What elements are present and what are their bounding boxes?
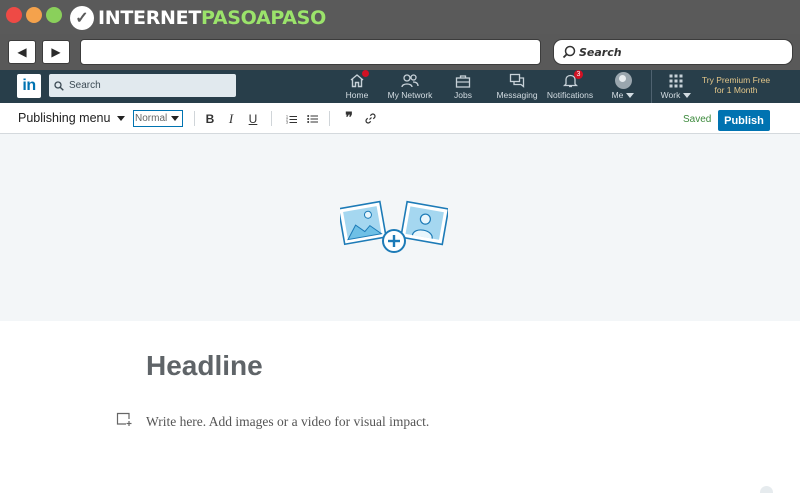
notifications-badge: 3 [574, 70, 583, 79]
nav-my-network[interactable]: My Network [386, 72, 434, 102]
nav-jobs-label: Jobs [454, 90, 472, 100]
linkedin-header: in Home My Network Jobs Messaging [0, 70, 800, 493]
nav-messaging-label: Messaging [496, 90, 538, 100]
messaging-icon [508, 72, 526, 89]
toolbar-divider [329, 111, 330, 126]
nav-messaging[interactable]: Messaging [495, 72, 539, 102]
link-button[interactable] [362, 111, 378, 126]
bold-button[interactable]: B [202, 111, 218, 126]
nav-my-network-label: My Network [387, 90, 433, 100]
nav-home-label: Home [345, 90, 369, 100]
numbered-list-button[interactable]: 123 [283, 111, 299, 126]
saved-status: Saved [683, 114, 712, 125]
search-icon [562, 45, 576, 59]
italic-button[interactable]: I [223, 111, 239, 126]
toolbar-divider [194, 111, 195, 126]
network-icon [401, 72, 419, 89]
watermark-logo-icon: ✓ [70, 6, 94, 30]
link-icon [364, 113, 376, 124]
home-icon [348, 70, 369, 89]
publishing-menu-label: Publishing menu [18, 111, 111, 125]
home-notification-dot [362, 70, 369, 77]
add-media-icon[interactable] [116, 412, 133, 426]
linkedin-logo[interactable]: in [17, 74, 41, 98]
bulleted-list-icon [306, 114, 318, 123]
browser-search-field[interactable]: Search [553, 39, 793, 65]
avatar-icon [614, 72, 773, 493]
nav-home[interactable]: Home [343, 70, 371, 102]
cover-image-dropzone[interactable] [0, 134, 800, 321]
bulleted-list-button[interactable] [304, 111, 320, 126]
quote-button[interactable]: ❞ [341, 111, 357, 126]
close-window-button[interactable] [6, 7, 22, 23]
text-style-value: Normal [135, 113, 168, 124]
briefcase-icon [454, 72, 472, 89]
publishing-menu-button[interactable]: Publishing menu [18, 111, 126, 125]
underline-button[interactable]: U [245, 111, 261, 126]
chevron-down-icon [117, 115, 126, 121]
avatar [614, 72, 773, 493]
nav-me[interactable]: Me [608, 72, 773, 493]
nav-work[interactable]: Work [659, 72, 693, 102]
back-button[interactable]: ◀ [8, 40, 36, 64]
quote-icon: ❞ [345, 111, 353, 126]
watermark-text-white: INTERNET [98, 7, 201, 29]
chevron-down-icon [171, 116, 179, 121]
browser-search-placeholder: Search [579, 45, 622, 59]
address-bar[interactable] [80, 39, 541, 65]
forward-button[interactable]: ▶ [42, 40, 70, 64]
browser-titlebar: ✓ INTERNET PASOAPASO [0, 0, 800, 34]
grid-icon [667, 72, 685, 89]
minimize-window-button[interactable] [26, 7, 42, 23]
linkedin-search-input[interactable] [69, 80, 229, 91]
headline-input[interactable]: Headline [146, 350, 263, 382]
maximize-window-button[interactable] [46, 7, 62, 23]
toolbar-divider [271, 111, 272, 126]
browser-navbar: ◀ ▶ Search [0, 34, 800, 70]
chevron-down-icon [626, 93, 635, 99]
add-image-icon[interactable] [340, 197, 448, 257]
bell-icon: 3 [561, 70, 583, 89]
nav-jobs[interactable]: Jobs [451, 72, 475, 102]
svg-text:3: 3 [286, 120, 288, 123]
chevron-down-icon [683, 93, 692, 99]
editor-toolbar: Publishing menu Normal B I U 123 ❞ Saved… [0, 103, 800, 134]
publish-button[interactable]: Publish [718, 110, 770, 131]
watermark-logo: ✓ INTERNET PASOAPASO [70, 4, 326, 32]
article-body-input[interactable]: Write here. Add images or a video for vi… [146, 414, 429, 430]
nav-work-label: Work [661, 90, 692, 100]
nav-notifications[interactable]: 3 Notifications [546, 70, 594, 102]
try-premium-link[interactable]: Try Premium Free for 1 Month [696, 75, 776, 95]
nav-me-label: Me [612, 90, 635, 100]
numbered-list-icon: 123 [286, 114, 297, 124]
nav-notifications-label: Notifications [546, 90, 594, 100]
watermark-text-green: PASOAPASO [200, 7, 326, 29]
nav-divider [651, 70, 652, 103]
linkedin-search-field[interactable] [49, 74, 236, 97]
text-style-select[interactable]: Normal [133, 110, 183, 127]
search-icon [54, 80, 64, 91]
